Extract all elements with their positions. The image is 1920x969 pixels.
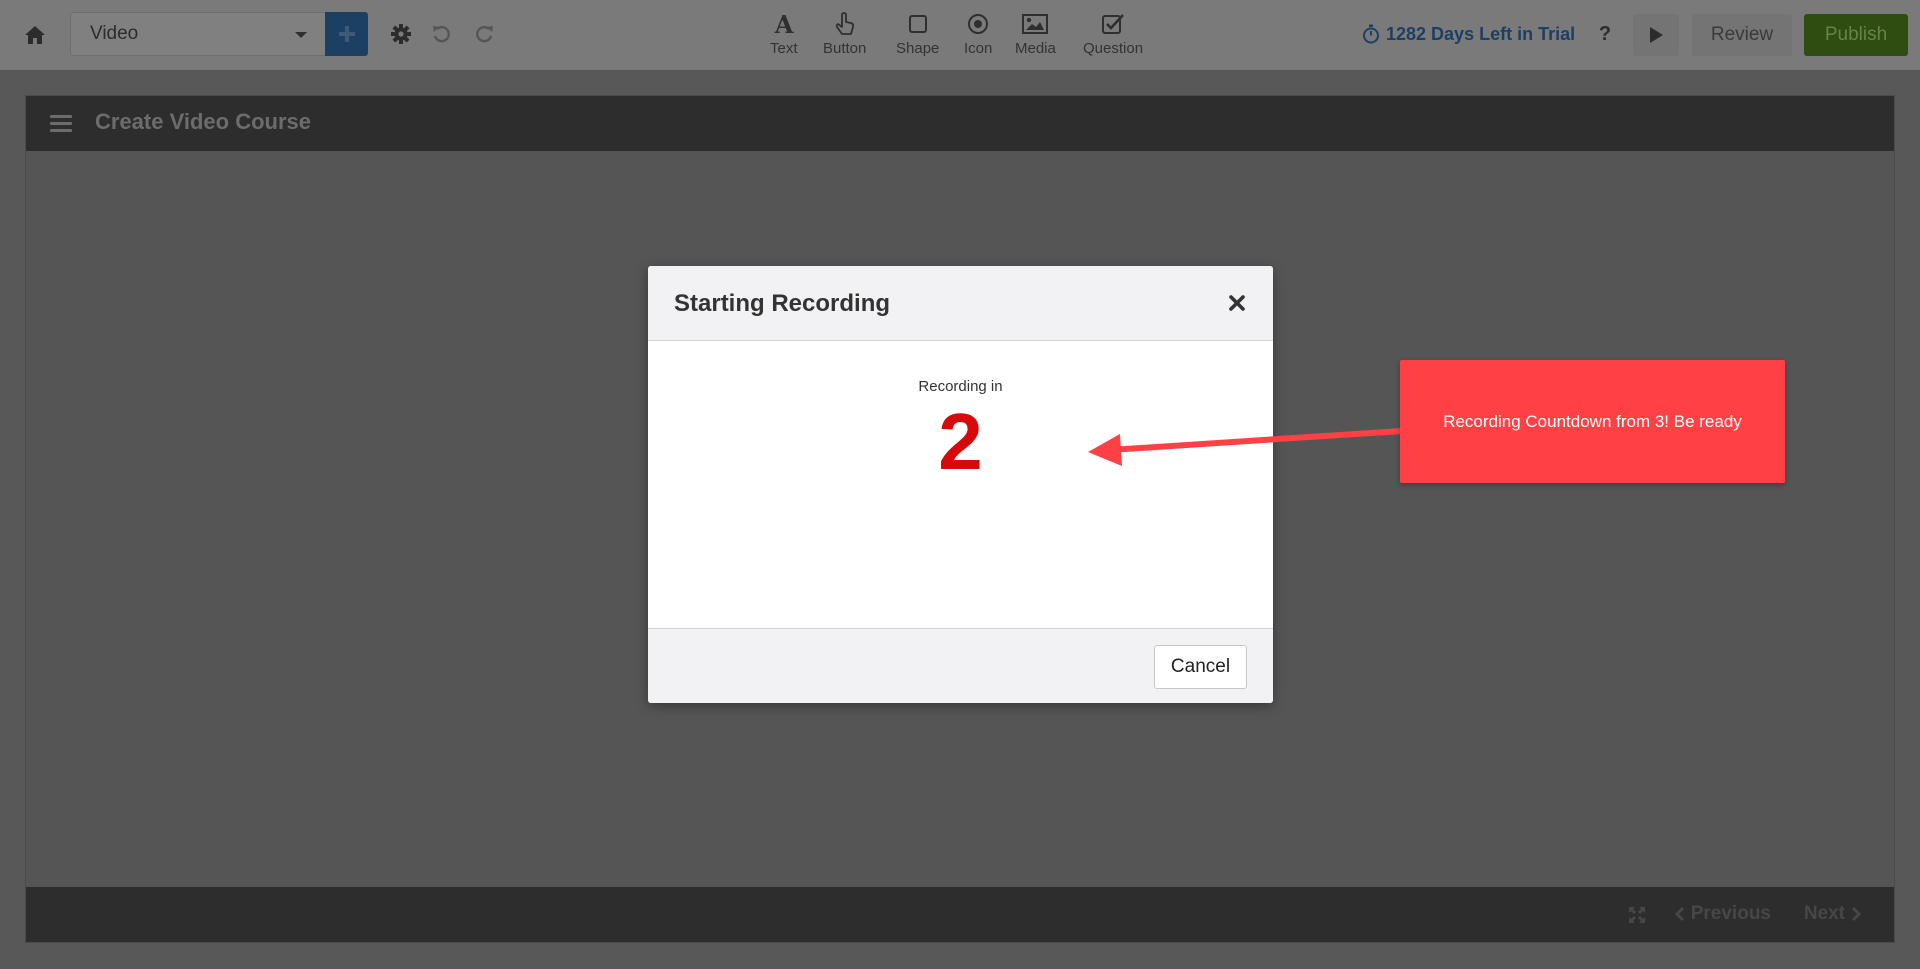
help-button[interactable]: ? bbox=[1592, 20, 1618, 48]
recording-in-label: Recording in bbox=[918, 378, 1003, 395]
tool-button[interactable]: Button bbox=[823, 10, 866, 62]
tool-question-label: Question bbox=[1083, 40, 1144, 57]
chevron-down-icon bbox=[295, 32, 307, 38]
add-button[interactable] bbox=[325, 12, 368, 56]
play-icon bbox=[1650, 27, 1663, 43]
gear-icon bbox=[391, 24, 411, 44]
review-button[interactable]: Review bbox=[1692, 14, 1792, 56]
publish-button[interactable]: Publish bbox=[1804, 14, 1908, 56]
redo-button[interactable] bbox=[470, 20, 498, 48]
svg-text:A: A bbox=[773, 12, 793, 36]
previous-label: Previous bbox=[1690, 903, 1771, 924]
canvas-header: Create Video Course bbox=[26, 96, 1894, 151]
modal-header: Starting Recording bbox=[648, 266, 1273, 341]
annotation-callout: Recording Countdown from 3! Be ready bbox=[1400, 360, 1785, 483]
chevron-left-icon bbox=[1674, 906, 1685, 922]
fullscreen-icon[interactable] bbox=[1627, 905, 1647, 925]
square-icon bbox=[908, 10, 928, 38]
content-type-select-value: Video bbox=[90, 23, 139, 44]
tool-text[interactable]: A Text bbox=[770, 10, 798, 62]
redo-icon bbox=[476, 26, 493, 43]
close-icon[interactable] bbox=[1227, 293, 1247, 313]
tool-media-label: Media bbox=[1015, 40, 1056, 57]
tool-question[interactable]: Question bbox=[1083, 10, 1143, 62]
plus-icon bbox=[338, 26, 355, 42]
modal-title: Starting Recording bbox=[674, 290, 891, 317]
check-square-icon bbox=[1101, 10, 1125, 38]
next-label: Next bbox=[1803, 903, 1845, 924]
tool-shape[interactable]: Shape bbox=[896, 10, 939, 62]
starting-recording-modal: Starting Recording Recording in 2 Cancel bbox=[648, 266, 1273, 703]
course-title: Create Video Course bbox=[95, 109, 312, 134]
tool-button-label: Button bbox=[823, 40, 867, 57]
chevron-right-icon bbox=[1851, 906, 1861, 922]
tool-text-label: Text bbox=[770, 40, 798, 57]
undo-icon bbox=[433, 26, 450, 43]
previous-button[interactable]: Previous bbox=[1669, 901, 1771, 927]
top-toolbar: Video A Text Button Shape Icon Media Que… bbox=[0, 0, 1920, 70]
tool-shape-label: Shape bbox=[896, 40, 940, 57]
image-icon bbox=[1022, 10, 1049, 38]
dot-circle-icon bbox=[967, 10, 989, 38]
modal-body: Recording in 2 bbox=[648, 342, 1273, 592]
preview-play-button[interactable] bbox=[1633, 14, 1679, 56]
modal-footer: Cancel bbox=[648, 628, 1273, 703]
tool-icon-label: Icon bbox=[964, 40, 993, 57]
undo-button[interactable] bbox=[428, 20, 456, 48]
content-type-select[interactable]: Video bbox=[70, 12, 326, 56]
settings-button[interactable] bbox=[387, 20, 415, 48]
canvas-footer: Previous Next bbox=[26, 887, 1894, 942]
tool-icon[interactable]: Icon bbox=[964, 10, 992, 62]
home-icon[interactable] bbox=[20, 20, 50, 50]
hand-pointer-icon bbox=[834, 10, 856, 38]
tool-media[interactable]: Media bbox=[1015, 10, 1056, 62]
stopwatch-icon bbox=[1362, 24, 1380, 44]
annotation-text: Recording Countdown from 3! Be ready bbox=[1443, 411, 1742, 431]
trial-text: 1282 Days Left in Trial bbox=[1386, 23, 1576, 44]
trial-status[interactable]: 1282 Days Left in Trial bbox=[1362, 20, 1575, 48]
menu-icon[interactable] bbox=[50, 115, 72, 132]
text-icon: A bbox=[773, 10, 795, 38]
countdown-number: 2 bbox=[938, 397, 983, 486]
next-button[interactable]: Next bbox=[1804, 901, 1867, 927]
cancel-button[interactable]: Cancel bbox=[1154, 645, 1247, 689]
